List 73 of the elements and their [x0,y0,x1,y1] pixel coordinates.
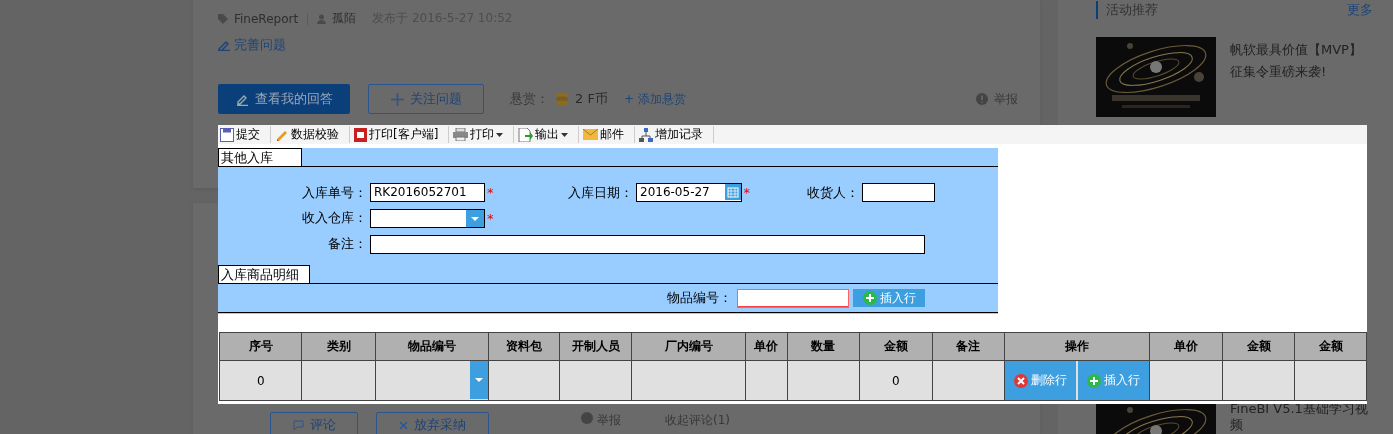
input-field[interactable] [737,288,849,308]
author-name[interactable]: 孤陌 [332,10,357,27]
add-bounty-link[interactable]: + 添加悬赏 [623,90,686,108]
envelope-icon [583,129,599,140]
column-header: 物品编号 [375,332,489,361]
field-label: 物品编号： [667,289,733,307]
tree-icon [639,127,654,142]
plus-icon [390,92,404,106]
edit-icon [218,39,230,51]
delete-icon [1014,373,1029,388]
input-field[interactable] [862,183,935,202]
coins-icon [555,92,569,106]
column-header: 序号 [219,332,302,361]
close-icon [399,420,408,430]
section-tab[interactable]: 其他入库 [218,148,302,166]
abandon-button[interactable]: 放弃采纳 [376,412,489,434]
column-header: 数量 [787,332,860,361]
section-tab[interactable]: 入库商品明细 [218,265,310,283]
follow-button[interactable]: 关注问题 [368,84,484,114]
improve-question-link[interactable]: 完善问题 [234,36,286,54]
table-cell [488,360,560,401]
column-header: 金额 [1294,332,1367,361]
required-mark: * [487,210,494,226]
printer-icon [453,128,469,141]
input-field[interactable] [370,234,925,254]
column-header: 操作 [1004,332,1150,361]
column-header: 金额 [859,332,933,361]
insert-row-button[interactable]: 插入行 [1078,361,1150,400]
promo-title[interactable]: 帆软最具价值【MVP】征集令重磅来袭! [1230,39,1370,117]
bounty-amount: 2 F币 [575,90,608,108]
plus-icon [862,291,877,305]
table-cell: 0 [219,360,302,401]
field-label: 入库单号： [301,183,368,202]
column-header: 金额 [1222,332,1295,361]
toolbar-button[interactable]: 数据校验 [275,126,350,143]
more-link[interactable]: 更多 [1347,1,1373,19]
date-field[interactable]: 2016-05-27 [636,183,742,202]
toolbar-button[interactable]: 增加记录 [639,126,715,143]
delete-row-button[interactable]: 删除行 [1005,361,1077,400]
field-label: 备注： [327,235,368,253]
toolbar-button[interactable]: 输出 [518,126,580,143]
table-cell [745,360,787,401]
toolbar-button[interactable]: 打印[客户端] [354,126,450,143]
insert-row-button[interactable]: 插入行 [853,289,925,307]
toolbar-button[interactable]: 打印 [453,126,515,143]
column-header: 类别 [302,332,376,361]
dropdown-field[interactable] [370,208,485,228]
dropdown-cell[interactable] [375,360,489,401]
field-label: 收货人： [806,183,860,202]
user-icon [317,13,327,24]
table-cell: 0 [859,360,933,401]
column-header: 单价 [745,332,787,361]
column-header: 开制人员 [559,332,632,361]
comment-button[interactable]: 评论 [270,412,358,434]
tag-link[interactable]: FineReport [234,11,299,26]
input-field[interactable]: RK2016052701 [370,183,485,202]
my-answer-button[interactable]: 查看我的回答 [218,84,350,114]
field-label: 收入仓库： [301,209,368,227]
field-label: 入库日期： [567,183,634,202]
column-header: 厂内编号 [631,332,746,361]
required-mark: * [487,185,494,200]
column-header: 单价 [1149,332,1223,361]
calendar-icon[interactable] [724,184,741,200]
toolbar-button[interactable]: 邮件 [583,126,636,143]
column-header: 资料包 [488,332,560,361]
toolbar-button[interactable]: 提交 [220,126,271,143]
tag-icon [218,13,228,24]
info-icon [581,412,593,424]
info-icon [976,93,988,105]
column-header: 备注 [932,332,1005,361]
required-mark: * [743,185,750,200]
comment-icon [292,419,304,431]
plus-icon [1087,373,1102,388]
